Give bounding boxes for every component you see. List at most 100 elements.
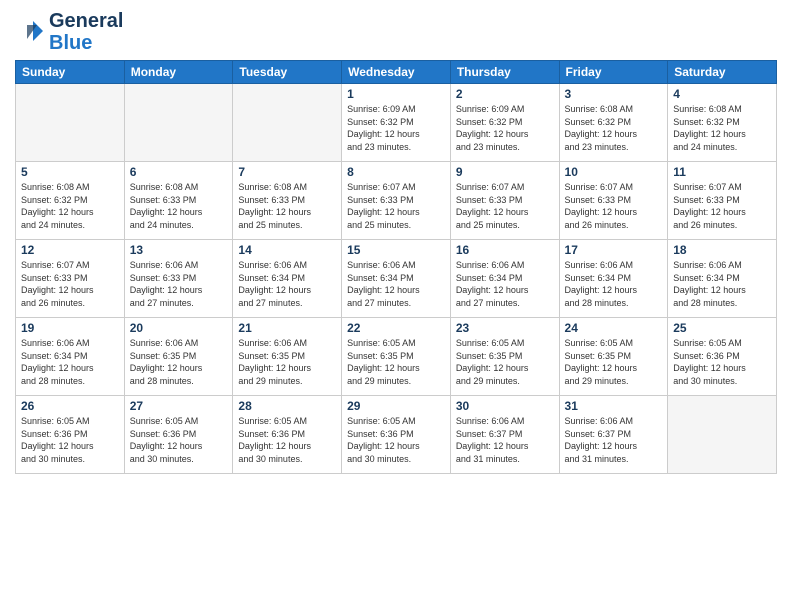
calendar-cell: 30 Sunrise: 6:06 AM Sunset: 6:37 PM Dayli…: [450, 396, 559, 474]
calendar-week-3: 19 Sunrise: 6:06 AM Sunset: 6:34 PM Dayli…: [16, 318, 777, 396]
day-info: Sunrise: 6:06 AM Sunset: 6:34 PM Dayligh…: [456, 259, 554, 309]
day-number: 14: [238, 243, 336, 257]
day-number: 25: [673, 321, 771, 335]
day-number: 23: [456, 321, 554, 335]
calendar-cell: 29Sunrise: 6:05 AM Sunset: 6:36 PM Dayli…: [342, 396, 451, 474]
day-info: Sunrise: 6:05 AM Sunset: 6:36 PM Dayligh…: [130, 415, 228, 465]
day-info: Sunrise: 6:08 AM Sunset: 6:33 PM Dayligh…: [238, 181, 336, 231]
day-info: Sunrise: 6:06 AM Sunset: 6:34 PM Dayligh…: [565, 259, 663, 309]
day-info: Sunrise: 6:05 AM Sunset: 6:36 PM Dayligh…: [238, 415, 336, 465]
calendar-week-1: 5Sunrise: 6:08 AM Sunset: 6:32 PM Daylig…: [16, 162, 777, 240]
day-number: 7: [238, 165, 336, 179]
day-number: 19: [21, 321, 119, 335]
calendar-cell: [16, 84, 125, 162]
logo-blue: Blue: [49, 32, 92, 54]
calendar-cell: 19 Sunrise: 6:06 AM Sunset: 6:34 PM Dayli…: [16, 318, 125, 396]
col-header-saturday: Saturday: [668, 61, 777, 84]
calendar-week-0: 1Sunrise: 6:09 AM Sunset: 6:32 PM Daylig…: [16, 84, 777, 162]
day-info: Sunrise: 6:06 AM Sunset: 6:37 PM Dayligh…: [565, 415, 663, 465]
calendar-cell: 24 Sunrise: 6:05 AM Sunset: 6:35 PM Dayli…: [559, 318, 668, 396]
day-info: Sunrise: 6:07 AM Sunset: 6:33 PM Dayligh…: [21, 259, 119, 309]
day-info: Sunrise: 6:06 AM Sunset: 6:35 PM Dayligh…: [238, 337, 336, 387]
calendar-cell: 1Sunrise: 6:09 AM Sunset: 6:32 PM Daylig…: [342, 84, 451, 162]
logo-text: General Blue: [49, 10, 123, 54]
calendar-cell: 4 Sunrise: 6:08 AM Sunset: 6:32 PM Daylig…: [668, 84, 777, 162]
day-info: Sunrise: 6:06 AM Sunset: 6:34 PM Dayligh…: [238, 259, 336, 309]
col-header-wednesday: Wednesday: [342, 61, 451, 84]
day-info: Sunrise: 6:08 AM Sunset: 6:32 PM Dayligh…: [673, 103, 771, 153]
day-number: 5: [21, 165, 119, 179]
calendar-week-4: 26 Sunrise: 6:05 AM Sunset: 6:36 PM Dayli…: [16, 396, 777, 474]
day-number: 10: [565, 165, 663, 179]
day-number: 31: [565, 399, 663, 413]
calendar-cell: 8Sunrise: 6:07 AM Sunset: 6:33 PM Daylig…: [342, 162, 451, 240]
logo-icon: [15, 17, 45, 47]
day-number: 27: [130, 399, 228, 413]
calendar-cell: 21 Sunrise: 6:06 AM Sunset: 6:35 PM Dayli…: [233, 318, 342, 396]
logo: General Blue: [15, 10, 123, 54]
calendar-cell: 2 Sunrise: 6:09 AM Sunset: 6:32 PM Daylig…: [450, 84, 559, 162]
calendar-cell: 12 Sunrise: 6:07 AM Sunset: 6:33 PM Dayli…: [16, 240, 125, 318]
day-info: Sunrise: 6:08 AM Sunset: 6:33 PM Dayligh…: [130, 181, 228, 231]
day-info: Sunrise: 6:07 AM Sunset: 6:33 PM Dayligh…: [456, 181, 554, 231]
day-info: Sunrise: 6:07 AM Sunset: 6:33 PM Dayligh…: [565, 181, 663, 231]
col-header-sunday: Sunday: [16, 61, 125, 84]
logo-general: General: [49, 10, 123, 32]
day-number: 21: [238, 321, 336, 335]
calendar-cell: 9 Sunrise: 6:07 AM Sunset: 6:33 PM Daylig…: [450, 162, 559, 240]
page: General Blue SundayMondayTuesdayWednesda…: [0, 0, 792, 612]
day-info: Sunrise: 6:06 AM Sunset: 6:34 PM Dayligh…: [21, 337, 119, 387]
col-header-thursday: Thursday: [450, 61, 559, 84]
calendar-cell: 14 Sunrise: 6:06 AM Sunset: 6:34 PM Dayli…: [233, 240, 342, 318]
day-number: 22: [347, 321, 445, 335]
calendar-cell: 7 Sunrise: 6:08 AM Sunset: 6:33 PM Daylig…: [233, 162, 342, 240]
day-info: Sunrise: 6:06 AM Sunset: 6:37 PM Dayligh…: [456, 415, 554, 465]
day-number: 2: [456, 87, 554, 101]
calendar-cell: 22 Sunrise: 6:05 AM Sunset: 6:35 PM Dayli…: [342, 318, 451, 396]
header: General Blue: [15, 10, 777, 54]
calendar-cell: 3 Sunrise: 6:08 AM Sunset: 6:32 PM Daylig…: [559, 84, 668, 162]
day-number: 3: [565, 87, 663, 101]
day-info: Sunrise: 6:09 AM Sunset: 6:32 PM Dayligh…: [456, 103, 554, 153]
calendar-cell: 5Sunrise: 6:08 AM Sunset: 6:32 PM Daylig…: [16, 162, 125, 240]
day-number: 13: [130, 243, 228, 257]
day-info: Sunrise: 6:06 AM Sunset: 6:34 PM Dayligh…: [347, 259, 445, 309]
day-info: Sunrise: 6:05 AM Sunset: 6:36 PM Dayligh…: [347, 415, 445, 465]
calendar-cell: 13Sunrise: 6:06 AM Sunset: 6:33 PM Dayli…: [124, 240, 233, 318]
calendar-cell: 27 Sunrise: 6:05 AM Sunset: 6:36 PM Dayli…: [124, 396, 233, 474]
calendar-cell: 11Sunrise: 6:07 AM Sunset: 6:33 PM Dayli…: [668, 162, 777, 240]
day-info: Sunrise: 6:09 AM Sunset: 6:32 PM Dayligh…: [347, 103, 445, 153]
day-info: Sunrise: 6:05 AM Sunset: 6:35 PM Dayligh…: [456, 337, 554, 387]
day-number: 20: [130, 321, 228, 335]
day-number: 4: [673, 87, 771, 101]
calendar-cell: 28 Sunrise: 6:05 AM Sunset: 6:36 PM Dayli…: [233, 396, 342, 474]
calendar-cell: 16Sunrise: 6:06 AM Sunset: 6:34 PM Dayli…: [450, 240, 559, 318]
calendar-cell: 26Sunrise: 6:05 AM Sunset: 6:36 PM Dayli…: [16, 396, 125, 474]
day-number: 15: [347, 243, 445, 257]
day-info: Sunrise: 6:08 AM Sunset: 6:32 PM Dayligh…: [565, 103, 663, 153]
day-info: Sunrise: 6:05 AM Sunset: 6:36 PM Dayligh…: [673, 337, 771, 387]
day-number: 9: [456, 165, 554, 179]
day-number: 18: [673, 243, 771, 257]
calendar-cell: 20 Sunrise: 6:06 AM Sunset: 6:35 PM Dayli…: [124, 318, 233, 396]
day-number: 17: [565, 243, 663, 257]
col-header-tuesday: Tuesday: [233, 61, 342, 84]
day-info: Sunrise: 6:06 AM Sunset: 6:35 PM Dayligh…: [130, 337, 228, 387]
day-number: 12: [21, 243, 119, 257]
calendar-cell: 25 Sunrise: 6:05 AM Sunset: 6:36 PM Dayli…: [668, 318, 777, 396]
calendar-cell: 17 Sunrise: 6:06 AM Sunset: 6:34 PM Dayli…: [559, 240, 668, 318]
day-number: 30: [456, 399, 554, 413]
day-info: Sunrise: 6:05 AM Sunset: 6:35 PM Dayligh…: [565, 337, 663, 387]
day-info: Sunrise: 6:05 AM Sunset: 6:35 PM Dayligh…: [347, 337, 445, 387]
day-number: 8: [347, 165, 445, 179]
day-number: 24: [565, 321, 663, 335]
day-number: 11: [673, 165, 771, 179]
day-number: 26: [21, 399, 119, 413]
calendar-cell: 23 Sunrise: 6:05 AM Sunset: 6:35 PM Dayli…: [450, 318, 559, 396]
col-header-friday: Friday: [559, 61, 668, 84]
calendar-table: SundayMondayTuesdayWednesdayThursdayFrid…: [15, 60, 777, 474]
day-number: 28: [238, 399, 336, 413]
day-info: Sunrise: 6:06 AM Sunset: 6:34 PM Dayligh…: [673, 259, 771, 309]
calendar-cell: [124, 84, 233, 162]
day-number: 6: [130, 165, 228, 179]
